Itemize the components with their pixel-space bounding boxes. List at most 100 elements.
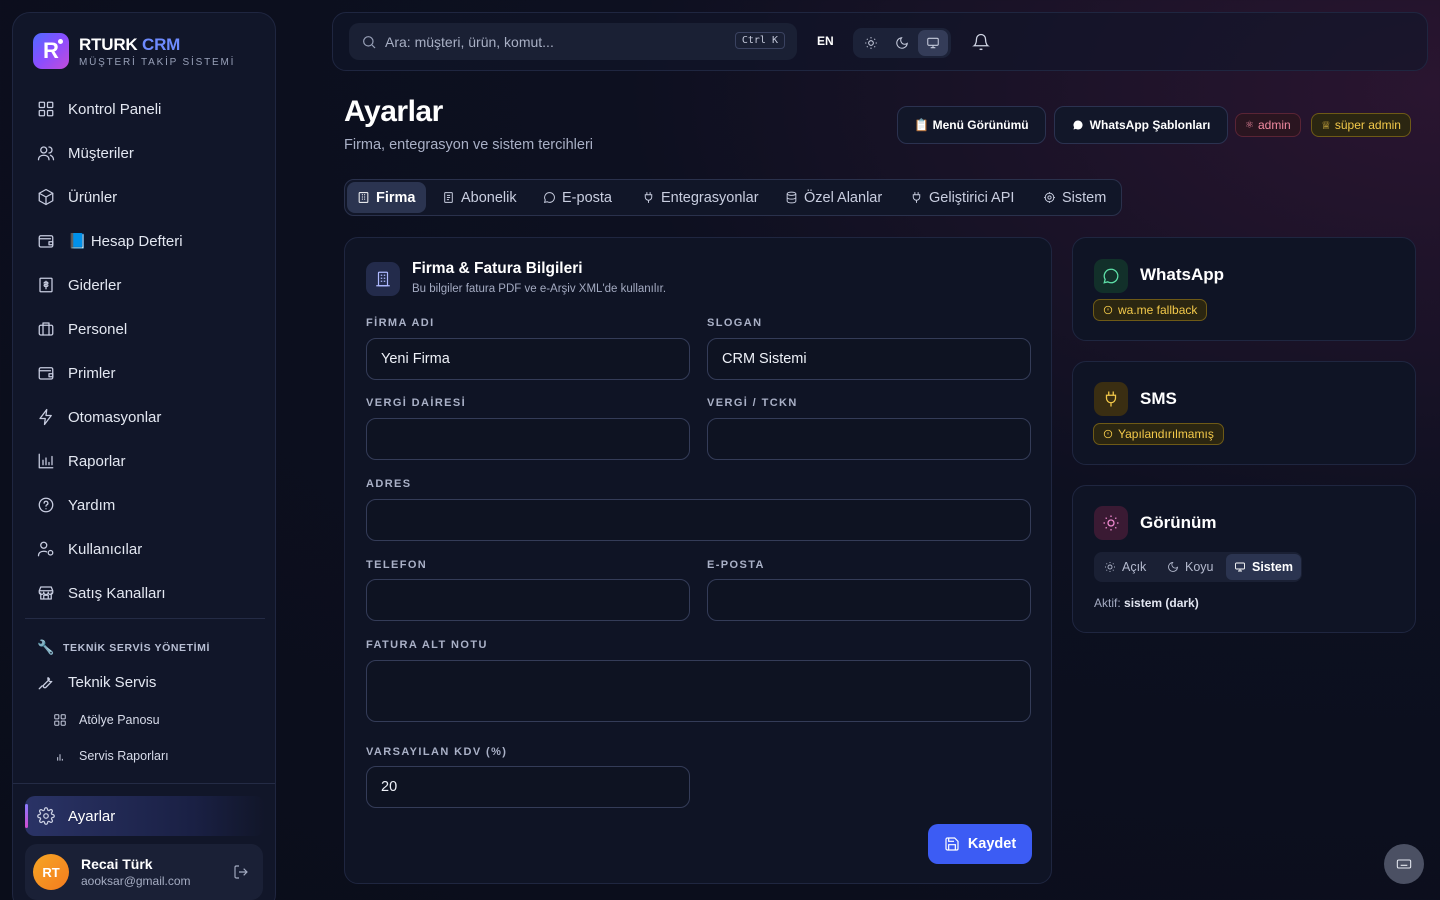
sidebar-subitem-atolye-panosu[interactable]: Atölye Panosu (53, 705, 160, 735)
search-input[interactable]: Ara: müşteri, ürün, komut... Ctrl K (349, 23, 797, 60)
atom-icon: ⚛ (1245, 119, 1254, 131)
whatsapp-templates-button[interactable]: WhatsApp Şablonları (1054, 106, 1228, 144)
brand[interactable]: R RTURK CRM MÜŞTERİ TAKİP SİSTEMİ (33, 33, 235, 69)
sidebar-item-kontrol-paneli[interactable]: Kontrol Paneli (25, 87, 265, 131)
vergi-tckn-input[interactable] (707, 418, 1031, 460)
box-icon (37, 188, 55, 206)
sidebar-item-raporlar[interactable]: Raporlar (25, 439, 265, 483)
sidebar-item-hesap-defteri[interactable]: 📘 Hesap Defteri (25, 219, 265, 263)
firma-adi-input[interactable]: Yeni Firma (366, 338, 690, 380)
fatura-alt-notu-textarea[interactable] (366, 660, 1031, 722)
tab-abonelik[interactable]: Abonelik (432, 182, 527, 213)
sidebar-item-label: Teknik Servis (68, 673, 157, 691)
sidebar-item-ayarlar[interactable]: Ayarlar (25, 796, 265, 836)
sidebar: R RTURK CRM MÜŞTERİ TAKİP SİSTEMİ Kontro… (12, 12, 276, 900)
appearance-option-light[interactable]: Açık (1096, 554, 1154, 580)
whatsapp-icon (1094, 259, 1128, 293)
sun-icon (864, 36, 878, 50)
card-title: Firma & Fatura Bilgileri (412, 260, 583, 277)
brand-name: RTURK CRM (79, 34, 181, 54)
menu-view-button[interactable]: 📋 Menü Görünümü (897, 106, 1046, 144)
sidebar-item-otomasyonlar[interactable]: Otomasyonlar (25, 395, 265, 439)
alert-icon (1103, 429, 1113, 439)
tab-e-posta[interactable]: E-posta (533, 182, 622, 213)
sidebar-item-kullanicilar[interactable]: Kullanıcılar (25, 527, 265, 571)
briefcase-icon (37, 320, 55, 338)
sun-icon (1094, 506, 1128, 540)
bolt-icon (37, 408, 55, 426)
theme-light-button[interactable] (856, 30, 886, 56)
whatsapp-status-badge: wa.me fallback (1093, 299, 1208, 321)
receipt-icon (37, 276, 55, 294)
message-icon (543, 191, 556, 204)
keyboard-shortcuts-button[interactable] (1384, 844, 1424, 884)
database-icon (785, 191, 798, 204)
brand-subtitle: MÜŞTERİ TAKİP SİSTEMİ (79, 56, 236, 68)
brand-logo: R (33, 33, 69, 69)
save-button[interactable]: Kaydet (928, 824, 1032, 864)
sidebar-item-urunler[interactable]: Ürünler (25, 175, 265, 219)
label-telefon: TELEFON (366, 559, 428, 571)
appearance-segmented-control: Açık Koyu Sistem (1094, 552, 1302, 582)
telefon-input[interactable] (366, 579, 690, 621)
kdv-input[interactable]: 20 (366, 766, 690, 808)
appearance-option-dark[interactable]: Koyu (1159, 554, 1222, 580)
theme-system-button[interactable] (918, 30, 949, 56)
sidebar-item-satis-kanallari[interactable]: Satış Kanalları (25, 571, 265, 615)
building-icon (366, 262, 400, 296)
sms-card: SMS Yapılandırılmamış (1072, 361, 1416, 465)
sidebar-item-teknik-servis[interactable]: Teknik Servis (25, 660, 265, 704)
grid-icon (37, 100, 55, 118)
sidebar-item-label: Primler (68, 364, 116, 382)
crown-icon: ♕ (1321, 119, 1331, 132)
sidebar-item-yardim[interactable]: Yardım (25, 483, 265, 527)
label-slogan: SLOGAN (707, 317, 763, 329)
sidebar-subitem-servis-raporlari[interactable]: Servis Raporları (53, 741, 169, 771)
chat-icon (1072, 119, 1084, 131)
search-icon (361, 34, 377, 50)
sidebar-item-giderler[interactable]: Giderler (25, 263, 265, 307)
role-badge-admin: ⚛ admin (1235, 113, 1301, 137)
vergi-dairesi-input[interactable] (366, 418, 690, 460)
e-posta-input[interactable] (707, 579, 1031, 621)
whatsapp-title: WhatsApp (1140, 265, 1225, 284)
bar-chart-icon (53, 749, 67, 763)
user-card[interactable]: RT Recai Türk aooksar@gmail.com (25, 844, 263, 900)
receipt-icon (442, 191, 455, 204)
language-switch[interactable]: EN (817, 34, 834, 48)
tab-entegrasyonlar[interactable]: Entegrasyonlar (632, 182, 769, 213)
sidebar-item-personel[interactable]: Personel (25, 307, 265, 351)
alert-icon (1103, 305, 1113, 315)
search-placeholder: Ara: müşteri, ürün, komut... (385, 33, 554, 50)
wallet-icon (37, 364, 55, 382)
notifications-button[interactable] (972, 33, 990, 51)
tab-firma[interactable]: Firma (347, 182, 426, 213)
avatar: RT (33, 854, 69, 890)
building-icon (357, 191, 370, 204)
sidebar-item-label: Kontrol Paneli (68, 100, 162, 118)
user-email: aooksar@gmail.com (81, 874, 191, 888)
sidebar-item-label: Kullanıcılar (68, 540, 143, 558)
sidebar-item-label: 📘 Hesap Defteri (68, 233, 183, 250)
bell-icon (972, 33, 990, 51)
tab-ozel-alanlar[interactable]: Özel Alanlar (775, 182, 892, 213)
user-cog-icon (37, 540, 55, 558)
sidebar-item-primler[interactable]: Primler (25, 351, 265, 395)
wallet-icon (37, 232, 55, 250)
user-name: Recai Türk (81, 856, 153, 872)
tab-sistem[interactable]: Sistem (1033, 182, 1116, 213)
sidebar-item-label: Personel (68, 320, 128, 338)
sun-icon (1104, 561, 1116, 573)
keyboard-shortcut: Ctrl K (734, 32, 785, 49)
logout-icon (233, 864, 249, 880)
theme-dark-button[interactable] (887, 30, 917, 56)
monitor-icon (926, 36, 940, 50)
topbar: Ara: müşteri, ürün, komut... Ctrl K EN (332, 12, 1428, 71)
users-icon (37, 144, 55, 162)
logout-button[interactable] (233, 864, 249, 880)
sidebar-item-musteriler[interactable]: Müşteriler (25, 131, 265, 175)
tab-gelistirici-api[interactable]: Geliştirici API (900, 182, 1024, 213)
adres-input[interactable] (366, 499, 1031, 541)
slogan-input[interactable]: CRM Sistemi (707, 338, 1031, 380)
appearance-option-system[interactable]: Sistem (1226, 554, 1301, 580)
